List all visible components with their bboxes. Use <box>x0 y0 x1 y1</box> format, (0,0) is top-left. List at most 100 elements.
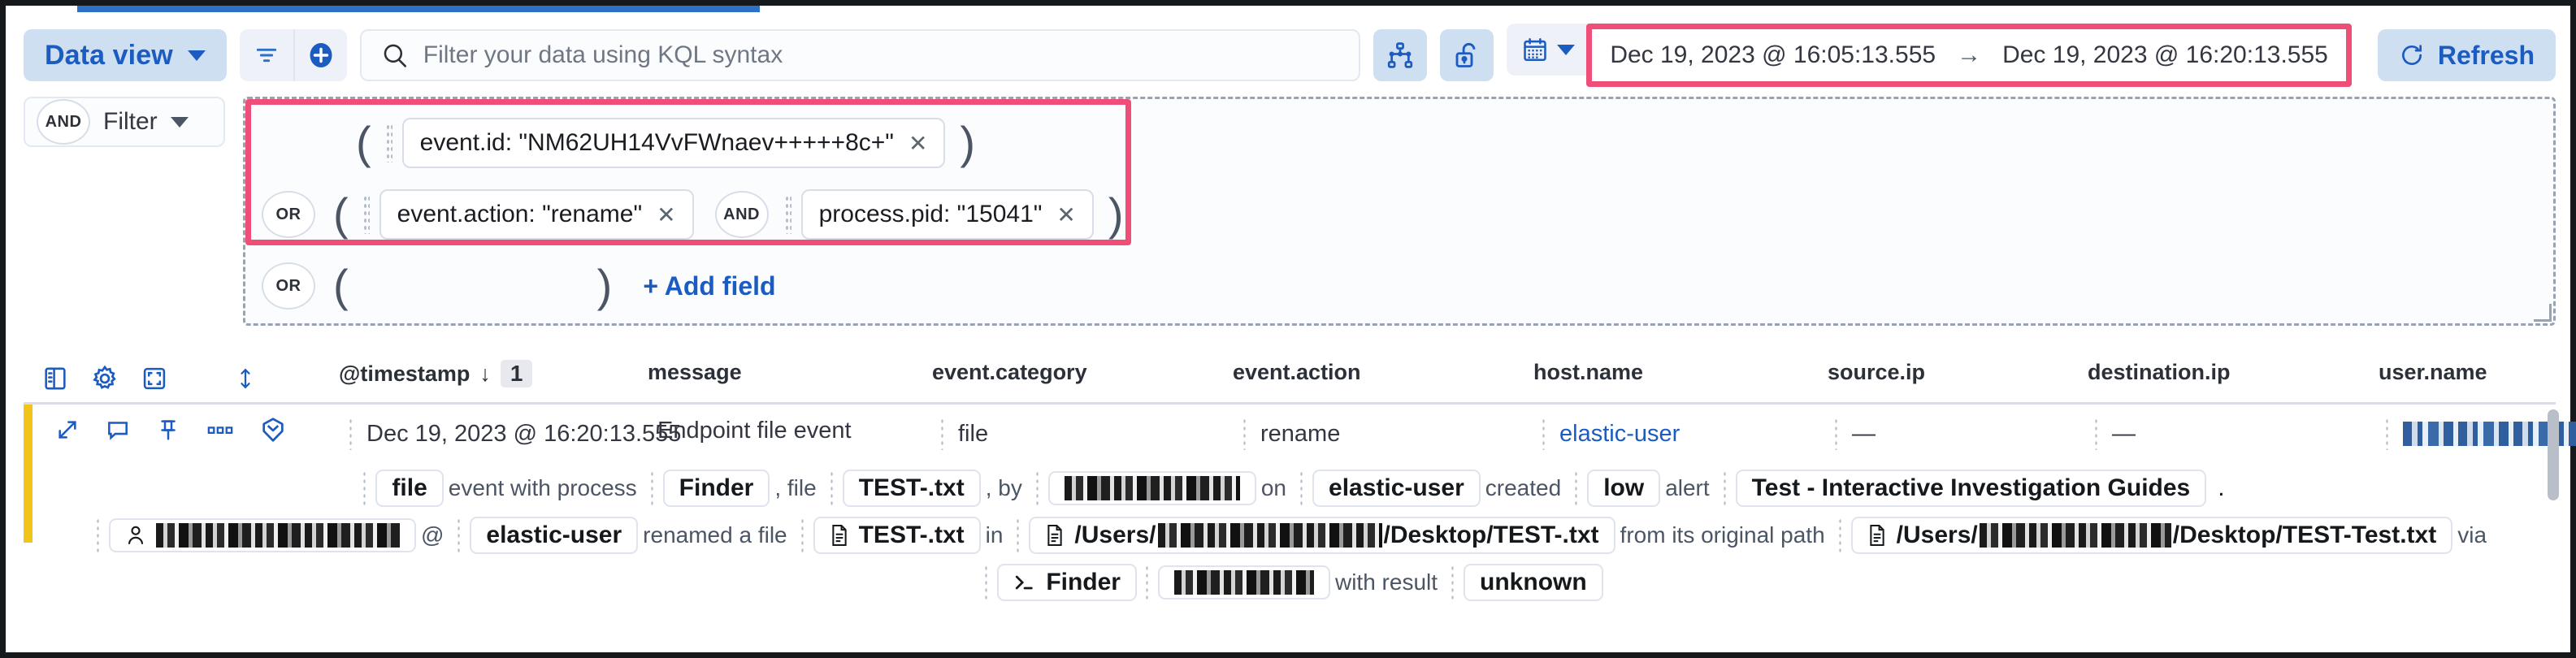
summary-chip-category[interactable]: file <box>375 470 443 507</box>
column-resize-handle[interactable] <box>349 418 353 450</box>
filter-condition-text: event.id: "NM62UH14VvFWnaev+++++8c+" <box>420 129 894 157</box>
column-header-host-name[interactable]: host.name <box>1533 360 1643 385</box>
user-icon <box>125 523 146 548</box>
column-header-user-name[interactable]: user.name <box>2379 360 2487 385</box>
filter-lines-icon <box>254 42 280 68</box>
date-start-label[interactable]: Dec 19, 2023 @ 16:05:13.555 <box>1610 41 1936 69</box>
drag-handle <box>1035 470 1040 506</box>
column-label: destination.ip <box>2088 360 2231 385</box>
date-quick-select-button[interactable] <box>1507 24 1588 76</box>
pin-icon[interactable] <box>155 417 181 443</box>
summary-chip-rule-name[interactable]: Test - Interactive Investigation Guides <box>1736 470 2207 507</box>
column-label: host.name <box>1533 360 1643 385</box>
column-label: message <box>648 360 742 385</box>
alert-shield-icon[interactable] <box>259 416 287 444</box>
column-header-source-ip[interactable]: source.ip <box>1828 360 1925 385</box>
sitemap-icon-button[interactable] <box>1373 29 1427 81</box>
add-filter-button[interactable] <box>293 29 347 81</box>
chevron-down-icon <box>1557 45 1575 55</box>
add-field-button[interactable]: + Add field <box>643 271 775 301</box>
column-resize-handle[interactable] <box>940 418 945 450</box>
summary-chip-result[interactable]: unknown <box>1464 564 1603 601</box>
filter-condition-3[interactable]: process.pid: "15041" ✕ <box>801 189 1094 240</box>
column-header-timestamp[interactable]: @timestamp ↓ 1 <box>339 360 532 387</box>
expand-icon[interactable] <box>54 417 80 443</box>
resize-handle[interactable] <box>2534 304 2552 322</box>
more-actions-icon[interactable] <box>206 417 235 443</box>
kql-search-field[interactable]: Filter your data using KQL syntax <box>360 29 1361 81</box>
column-header-message[interactable]: message <box>648 360 742 385</box>
filter-builder-row-2: OR ( event.action: "rename" ✕ AND proces… <box>245 179 2553 250</box>
redacted-value <box>1174 570 1314 595</box>
drag-handle <box>984 565 989 600</box>
summary-chip-host[interactable]: elastic-user <box>1312 470 1481 507</box>
summary-chip-file[interactable]: TEST-.txt <box>843 470 981 507</box>
filter-bool-or-2[interactable]: OR <box>262 262 315 310</box>
cell-value: Endpoint file event <box>657 418 852 444</box>
table-row[interactable]: Dec 19, 2023 @ 16:20:13.555 Endpoint fil… <box>24 405 2556 461</box>
summary-text: renamed a file <box>638 522 791 548</box>
grid-column-headers: @timestamp ↓ 1 message event.category ev… <box>6 360 2570 402</box>
drag-handle <box>1451 565 1455 600</box>
search-icon <box>381 41 409 69</box>
close-x-icon[interactable]: ✕ <box>1056 201 1075 228</box>
cell-value: file <box>958 421 988 448</box>
calendar-icon <box>1521 36 1549 63</box>
query-bar: Data view <box>6 19 2570 92</box>
column-header-destination-ip[interactable]: destination.ip <box>2088 360 2231 385</box>
summary-text: from its original path <box>1615 522 1830 548</box>
summary-chip-host[interactable]: elastic-user <box>470 517 638 554</box>
close-x-icon[interactable]: ✕ <box>909 130 927 157</box>
summary-chip-process[interactable]: Finder <box>663 470 770 507</box>
filter-condition-2[interactable]: event.action: "rename" ✕ <box>379 189 694 240</box>
chip-label: TEST-.txt <box>859 522 965 549</box>
summary-text: on <box>1256 475 1291 501</box>
cell-value: — <box>1852 421 1876 448</box>
drag-handle <box>800 517 805 553</box>
redacted-value <box>1980 523 2171 548</box>
summary-chip-redacted[interactable] <box>1158 565 1330 600</box>
drag-handle[interactable] <box>363 195 370 234</box>
filter-condition-1[interactable]: event.id: "NM62UH14VvFWnaev+++++8c+" ✕ <box>402 118 946 168</box>
filter-builder-row: AND Filter ( event.id: "NM62UH14VvFWnaev… <box>24 97 2556 332</box>
summary-chip-severity[interactable]: low <box>1587 470 1660 507</box>
date-range-display[interactable]: Dec 19, 2023 @ 16:05:13.555 → Dec 19, 20… <box>1592 29 2346 81</box>
date-end-label[interactable]: Dec 19, 2023 @ 16:20:13.555 <box>2002 41 2328 69</box>
unlock-icon-button[interactable] <box>1440 29 1494 81</box>
filter-bool-or-1[interactable]: OR <box>262 191 315 238</box>
column-resize-handle[interactable] <box>2385 418 2390 450</box>
cell-value[interactable]: elastic-user <box>1559 421 1680 448</box>
column-resize-handle[interactable] <box>1542 418 1546 450</box>
redacted-value <box>156 523 400 548</box>
comment-icon[interactable] <box>105 417 131 443</box>
path-suffix: /Desktop/TEST-Test.txt <box>2173 522 2437 549</box>
refresh-button[interactable]: Refresh <box>2378 29 2556 81</box>
column-header-event-action[interactable]: event.action <box>1233 360 1361 385</box>
column-resize-handle[interactable] <box>2094 418 2099 450</box>
summary-chip-terminal-process[interactable]: Finder <box>997 564 1137 601</box>
search-input[interactable]: Filter your data using KQL syntax <box>423 41 783 69</box>
summary-chip-original-path[interactable]: /Users/ /Desktop/TEST-Test.txt <box>1851 517 2453 554</box>
filter-condition-empty[interactable] <box>363 261 583 311</box>
drag-handle[interactable] <box>386 123 392 162</box>
filter-bool-and-inner[interactable]: AND <box>715 191 769 238</box>
summary-chip-actor-redacted[interactable] <box>1048 471 1256 505</box>
data-view-selector[interactable]: Data view <box>24 29 227 81</box>
column-resize-handle[interactable] <box>1834 418 1839 450</box>
summary-chip-user-redacted[interactable] <box>109 518 416 552</box>
filter-lines-icon-button[interactable] <box>240 29 293 81</box>
column-resize-handle[interactable] <box>1242 418 1247 450</box>
page-loading-bar <box>77 6 760 12</box>
close-x-icon[interactable]: ✕ <box>657 201 675 228</box>
filter-selector[interactable]: AND Filter <box>24 97 225 147</box>
cell-destination-ip: — <box>2094 418 2136 450</box>
cell-host-name[interactable]: elastic-user <box>1542 418 1680 450</box>
redacted-value <box>1065 476 1240 500</box>
summary-chip-file-name[interactable]: TEST-.txt <box>813 517 981 554</box>
drag-handle <box>1299 470 1304 506</box>
summary-chip-file-path[interactable]: /Users/ /Desktop/TEST-.txt <box>1029 517 1615 554</box>
filter-bool-and[interactable]: AND <box>37 99 90 145</box>
drag-handle[interactable] <box>785 195 791 234</box>
app-window: Data view <box>0 0 2576 658</box>
column-header-event-category[interactable]: event.category <box>932 360 1087 385</box>
